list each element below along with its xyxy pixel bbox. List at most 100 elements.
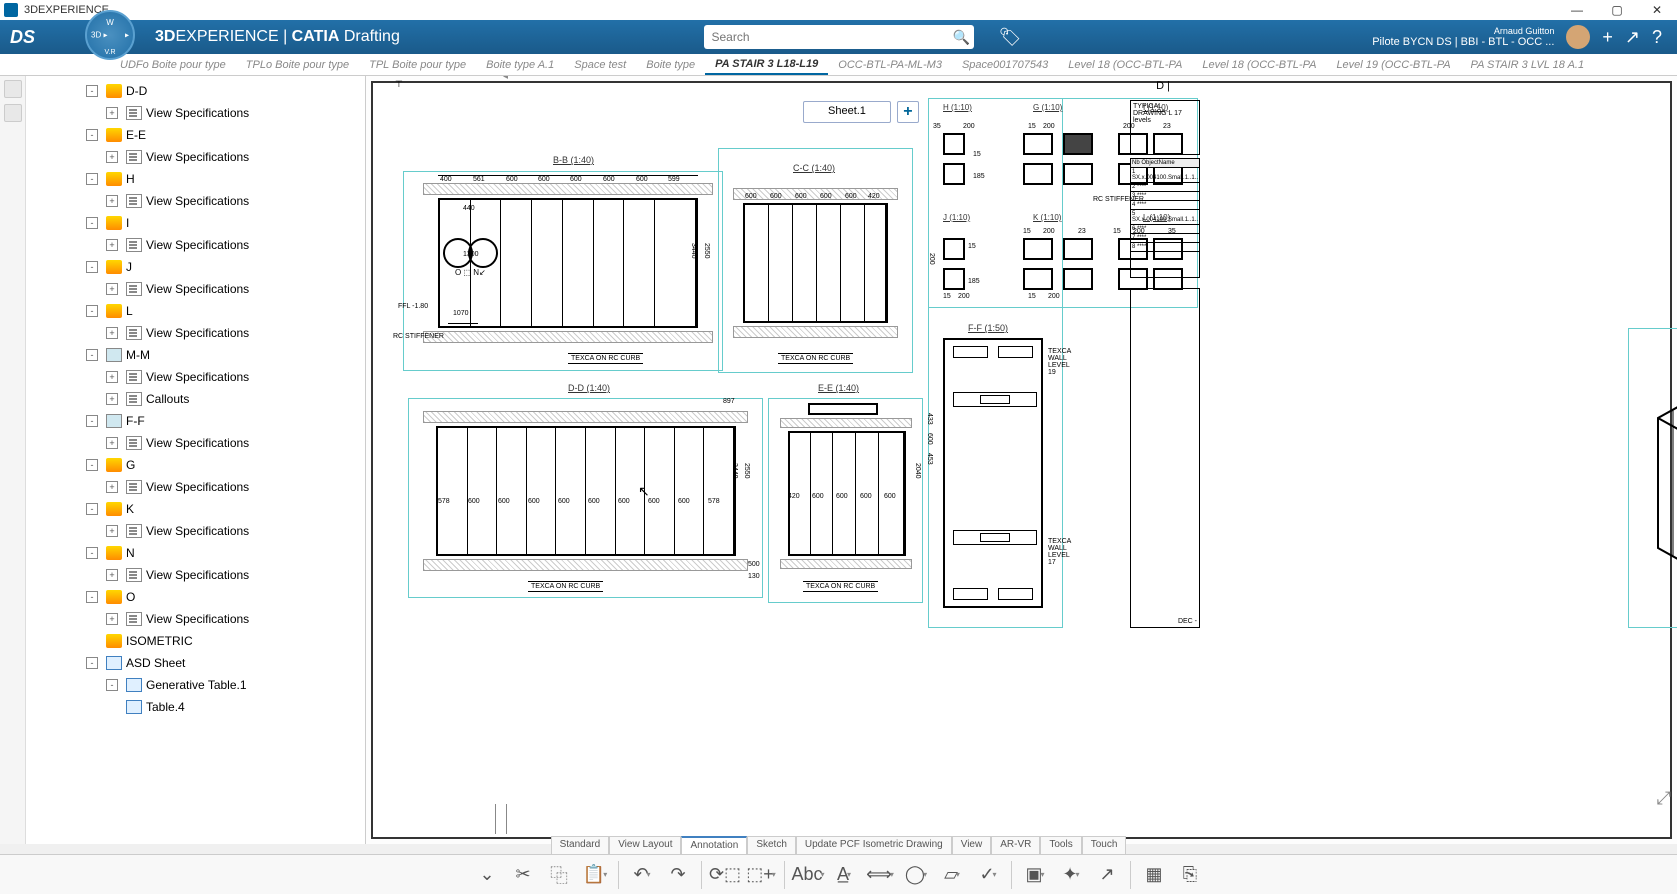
spec-tree[interactable]: -D-D+View Specifications-E-E+View Specif… bbox=[26, 76, 366, 844]
doc-tab[interactable]: PA STAIR 3 L18-L19 bbox=[705, 54, 828, 75]
tree-toggle[interactable]: - bbox=[86, 657, 98, 669]
tree-node[interactable]: +Callouts bbox=[26, 388, 365, 410]
tree-node[interactable]: +View Specifications bbox=[26, 366, 365, 388]
tree-node[interactable]: ISOMETRIC bbox=[26, 630, 365, 652]
minimize-button[interactable]: — bbox=[1557, 0, 1597, 20]
doc-tab[interactable]: TPLo Boite pour type bbox=[236, 54, 359, 75]
roughness-button[interactable]: ✓▾ bbox=[971, 858, 1005, 892]
tree-node[interactable]: -ASD Sheet bbox=[26, 652, 365, 674]
share-icon[interactable]: ↗ bbox=[1625, 27, 1640, 48]
user-avatar[interactable] bbox=[1566, 25, 1590, 49]
tree-node[interactable]: -N bbox=[26, 542, 365, 564]
tree-toggle[interactable]: - bbox=[86, 547, 98, 559]
tree-toggle[interactable]: + bbox=[106, 327, 118, 339]
doc-tab[interactable]: UDFo Boite pour type bbox=[110, 54, 236, 75]
tree-toggle[interactable]: - bbox=[106, 679, 118, 691]
section-tab[interactable]: AR-VR bbox=[991, 836, 1040, 854]
tree-node[interactable]: +View Specifications bbox=[26, 476, 365, 498]
tree-node[interactable]: +View Specifications bbox=[26, 322, 365, 344]
help-icon[interactable]: ? bbox=[1652, 27, 1662, 48]
text-props-button[interactable]: A̲▾ bbox=[827, 858, 861, 892]
tree-toggle[interactable]: - bbox=[86, 305, 98, 317]
tree-toggle[interactable]: + bbox=[106, 393, 118, 405]
tree-toggle[interactable]: - bbox=[86, 349, 98, 361]
maximize-button[interactable]: ▢ bbox=[1597, 0, 1637, 20]
toolbar-dropdown[interactable]: ⌄ bbox=[470, 858, 504, 892]
tree-toggle[interactable]: - bbox=[86, 591, 98, 603]
doc-tab[interactable]: Boite type A.1 bbox=[476, 54, 564, 75]
3d-view-button[interactable]: ▣▾ bbox=[1018, 858, 1052, 892]
datum-button[interactable]: ▱▾ bbox=[935, 858, 969, 892]
tree-node[interactable]: -Generative Table.1 bbox=[26, 674, 365, 696]
tree-node[interactable]: -H bbox=[26, 168, 365, 190]
doc-tab[interactable]: Space test bbox=[564, 54, 636, 75]
tree-node[interactable]: -K bbox=[26, 498, 365, 520]
tree-toggle[interactable]: + bbox=[106, 283, 118, 295]
rail-button-1[interactable] bbox=[4, 80, 22, 98]
doc-tab[interactable]: Level 18 (OCC-BTL-PA bbox=[1192, 54, 1326, 75]
tree-node[interactable]: +View Specifications bbox=[26, 564, 365, 586]
tree-node[interactable]: +View Specifications bbox=[26, 190, 365, 212]
tree-node[interactable]: -D-D bbox=[26, 80, 365, 102]
doc-tab[interactable]: Level 18 (OCC-BTL-PA bbox=[1058, 54, 1192, 75]
compass-button[interactable]: W 3D ▸ ▸ V.R bbox=[85, 10, 135, 60]
doc-tab[interactable]: TPL Boite pour type bbox=[359, 54, 476, 75]
update-button[interactable]: ⟳⬚ bbox=[708, 858, 742, 892]
redo-button[interactable]: ↷ bbox=[661, 858, 695, 892]
paste-button[interactable]: 📋▾ bbox=[578, 858, 612, 892]
new-view-button[interactable]: ⬚+▾ bbox=[744, 858, 778, 892]
doc-tab[interactable]: Boite type bbox=[636, 54, 705, 75]
section-tab[interactable]: Annotation bbox=[681, 836, 747, 854]
text-button[interactable]: Abc▾ bbox=[791, 858, 825, 892]
rail-button-2[interactable] bbox=[4, 104, 22, 122]
collab-space[interactable]: Pilote BYCN DS | BBI - BTL - OCC ... bbox=[1372, 36, 1554, 48]
section-tab[interactable]: Update PCF Isometric Drawing bbox=[796, 836, 952, 854]
tree-toggle[interactable]: + bbox=[106, 195, 118, 207]
section-tab[interactable]: Sketch bbox=[747, 836, 796, 854]
section-tab[interactable]: View Layout bbox=[609, 836, 681, 854]
tree-toggle[interactable]: + bbox=[106, 371, 118, 383]
tree-node[interactable]: -F-F bbox=[26, 410, 365, 432]
add-icon[interactable]: + bbox=[1602, 27, 1613, 48]
tree-node[interactable]: +View Specifications bbox=[26, 608, 365, 630]
section-tab[interactable]: Touch bbox=[1082, 836, 1127, 854]
tree-node[interactable]: -M-M bbox=[26, 344, 365, 366]
drawing-canvas[interactable]: ◂ ⊤ ◂ D | Sheet.1 + B-B (1:40) bbox=[366, 76, 1677, 844]
tag-icon[interactable]: 🏷 bbox=[999, 27, 1022, 48]
tree-toggle[interactable]: + bbox=[106, 481, 118, 493]
tree-toggle[interactable]: - bbox=[86, 503, 98, 515]
export-button[interactable]: ⎘ bbox=[1173, 858, 1207, 892]
dimension-button[interactable]: ⟺▾ bbox=[863, 858, 897, 892]
tree-toggle[interactable]: + bbox=[106, 613, 118, 625]
center-button[interactable]: ✦▾ bbox=[1054, 858, 1088, 892]
tree-node[interactable]: -J bbox=[26, 256, 365, 278]
doc-tab[interactable]: Level 19 (OCC-BTL-PA bbox=[1326, 54, 1460, 75]
tree-node[interactable]: +View Specifications bbox=[26, 234, 365, 256]
tree-toggle[interactable]: - bbox=[86, 415, 98, 427]
section-tab[interactable]: Tools bbox=[1040, 836, 1081, 854]
tree-toggle[interactable]: - bbox=[86, 261, 98, 273]
search-box[interactable]: 🔍 bbox=[704, 25, 974, 49]
tree-toggle[interactable]: + bbox=[106, 569, 118, 581]
tree-toggle[interactable]: + bbox=[106, 525, 118, 537]
tree-toggle[interactable]: - bbox=[86, 85, 98, 97]
search-input[interactable] bbox=[704, 30, 950, 44]
tree-toggle[interactable]: + bbox=[106, 239, 118, 251]
search-icon[interactable]: 🔍 bbox=[950, 29, 974, 46]
tree-node[interactable]: +View Specifications bbox=[26, 146, 365, 168]
tree-node[interactable]: Table.4 bbox=[26, 696, 365, 718]
tree-node[interactable]: +View Specifications bbox=[26, 102, 365, 124]
tree-node[interactable]: -L bbox=[26, 300, 365, 322]
tree-node[interactable]: +View Specifications bbox=[26, 432, 365, 454]
expand-icon[interactable]: ⤢ bbox=[1657, 788, 1671, 809]
doc-tab[interactable]: Space001707543 bbox=[952, 54, 1058, 75]
add-sheet-button[interactable]: + bbox=[897, 101, 919, 123]
tree-node[interactable]: -I bbox=[26, 212, 365, 234]
generate-button[interactable]: ▦ bbox=[1137, 858, 1171, 892]
balloon-button[interactable]: ◯▾ bbox=[899, 858, 933, 892]
tree-node[interactable]: +View Specifications bbox=[26, 278, 365, 300]
undo-button[interactable]: ↶▾ bbox=[625, 858, 659, 892]
cut-button[interactable]: ✂ bbox=[506, 858, 540, 892]
doc-tab[interactable]: PA STAIR 3 LVL 18 A.1 bbox=[1461, 54, 1595, 75]
close-button[interactable]: ✕ bbox=[1637, 0, 1677, 20]
